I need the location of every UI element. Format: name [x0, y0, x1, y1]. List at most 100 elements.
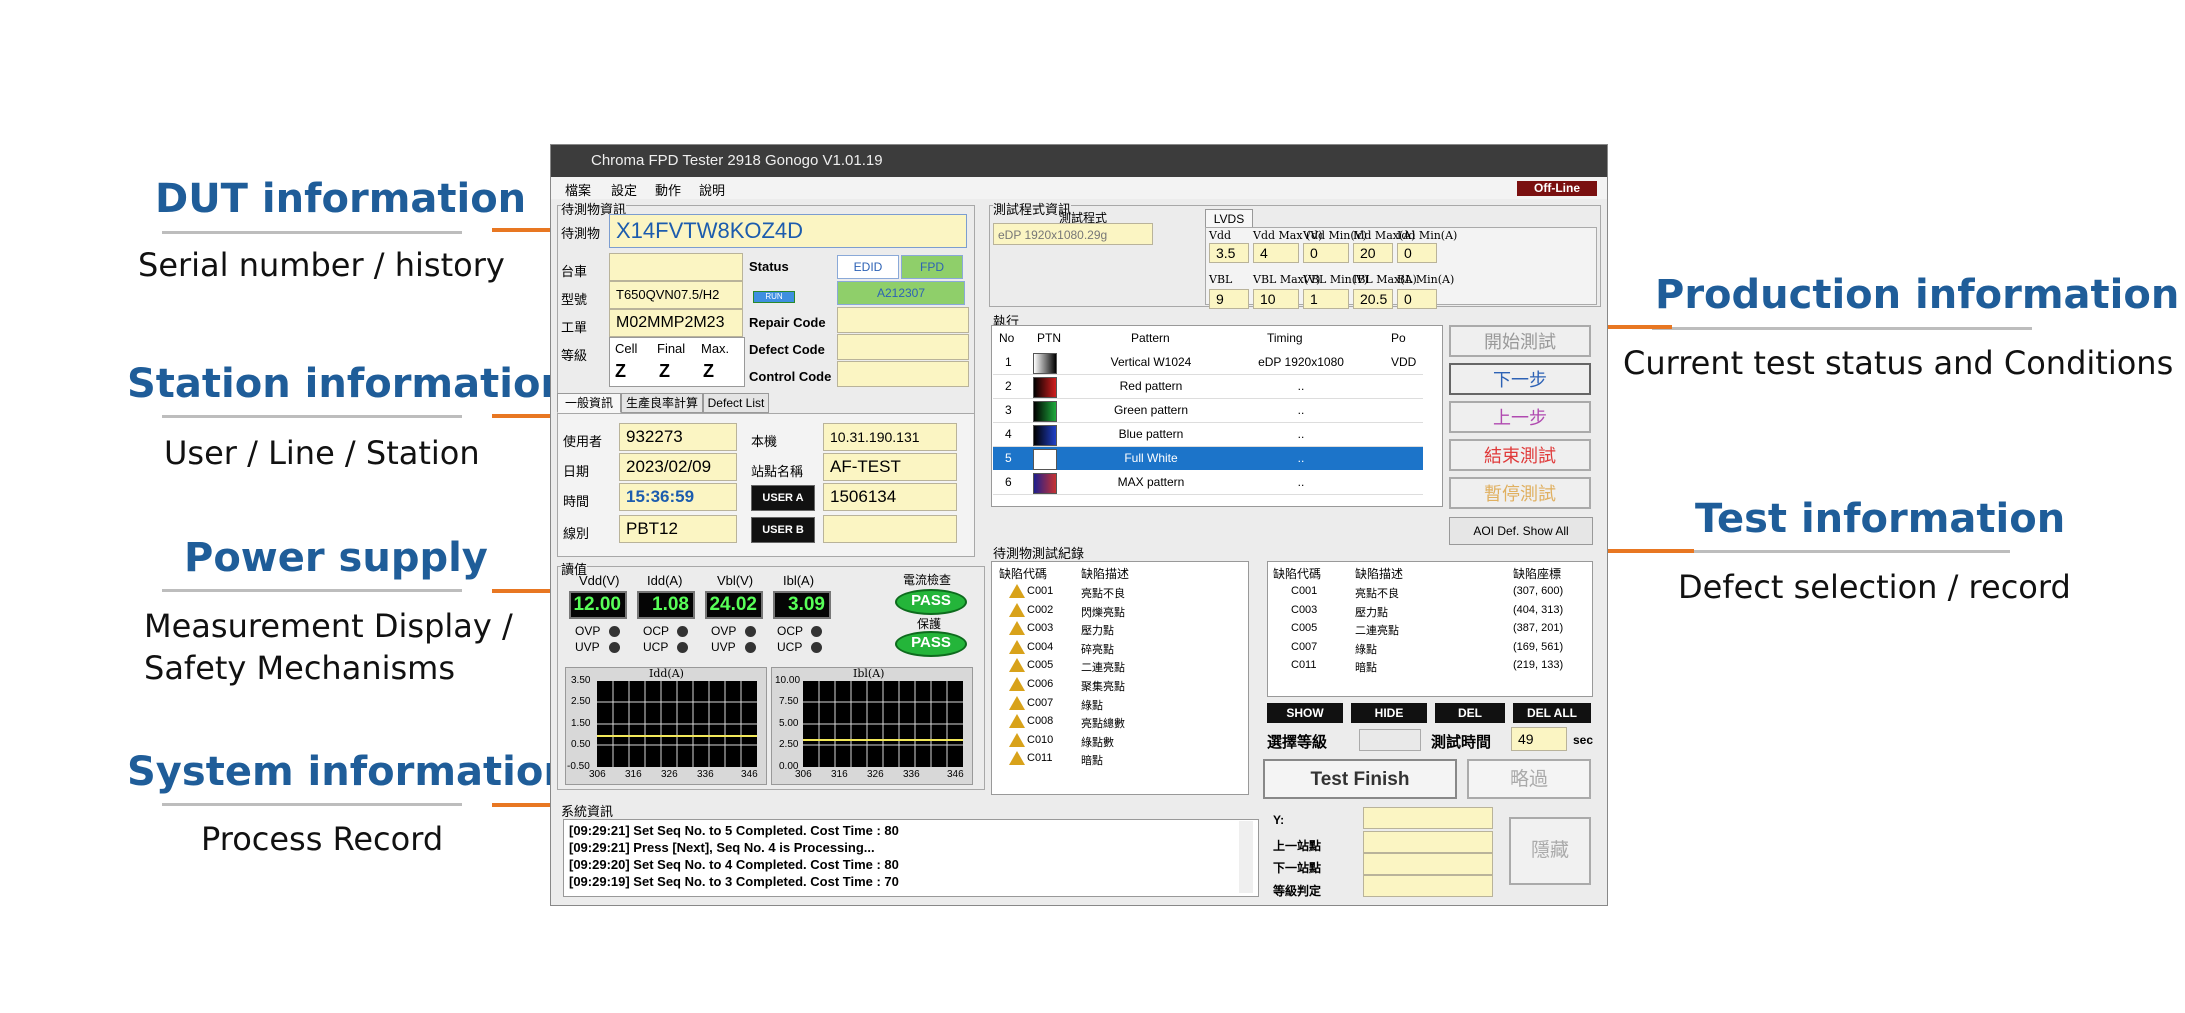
catalog-row-desc[interactable]: 綠點數	[1081, 734, 1114, 750]
user-field[interactable]: 932273	[619, 423, 737, 451]
lvds-param-value[interactable]: 20.5	[1353, 289, 1393, 309]
lvds-param-value[interactable]: 3.5	[1209, 243, 1249, 263]
tab-defect-list[interactable]: Defect List	[703, 393, 769, 413]
next-step-button[interactable]: 下一步	[1449, 363, 1591, 395]
test-finish-button[interactable]: Test Finish	[1263, 759, 1457, 799]
host-field[interactable]: 10.31.190.131	[823, 423, 957, 451]
record-row-coord[interactable]: (307, 600)	[1513, 585, 1563, 597]
defect-code-field[interactable]	[837, 334, 969, 360]
catalog-row-desc[interactable]: 閃爍亮點	[1081, 604, 1125, 620]
menu-help[interactable]: 說明	[699, 180, 725, 199]
catalog-row-desc[interactable]: 亮點不良	[1081, 585, 1125, 601]
lvds-param-value[interactable]: 4	[1253, 243, 1299, 263]
user-a-button[interactable]: USER A	[751, 485, 815, 511]
program-value-field[interactable]: eDP 1920x1080.29g	[993, 223, 1153, 245]
code-button[interactable]: A212307	[837, 281, 965, 305]
annotation-system-subtitle: Process Record	[201, 820, 444, 858]
time-field[interactable]: 15:36:59	[619, 483, 737, 511]
catalog-row-code[interactable]: C008	[1027, 715, 1053, 727]
cart-field[interactable]	[609, 253, 743, 281]
grade-select-dropdown[interactable]	[1359, 729, 1421, 751]
catalog-row-desc[interactable]: 二連亮點	[1081, 659, 1125, 675]
lvds-param-value[interactable]: 0	[1303, 243, 1349, 263]
end-test-button[interactable]: 結束測試	[1449, 439, 1591, 471]
pause-test-button[interactable]: 暫停測試	[1449, 477, 1591, 509]
log-scrollbar[interactable]	[1239, 821, 1253, 893]
user-a-field[interactable]: 1506134	[823, 483, 957, 511]
catalog-row-code[interactable]: C010	[1027, 734, 1053, 746]
log-line: [09:29:19] Set Seq No. to 3 Completed. C…	[569, 874, 899, 889]
workorder-field[interactable]: M02MMP2M23	[609, 309, 743, 337]
menu-action[interactable]: 動作	[655, 180, 681, 199]
tab-yield-calc[interactable]: 生產良率計算	[621, 393, 703, 413]
lvds-param-header: VBL	[1209, 273, 1233, 286]
catalog-row-code[interactable]: C007	[1027, 697, 1053, 709]
prev-step-button[interactable]: 上一步	[1449, 401, 1591, 433]
record-row-desc[interactable]: 壓力點	[1355, 604, 1388, 620]
show-defect-button[interactable]: SHOW	[1267, 703, 1343, 723]
idd-readout: 1.08	[637, 591, 695, 619]
user-b-field[interactable]	[823, 515, 957, 543]
record-row-desc[interactable]: 亮點不良	[1355, 585, 1399, 601]
catalog-row-code[interactable]: C001	[1027, 585, 1053, 597]
repair-code-field[interactable]	[837, 307, 969, 333]
catalog-row-desc[interactable]: 綠點	[1081, 697, 1103, 713]
model-field[interactable]: T650QVN07.5/H2	[609, 281, 743, 309]
catalog-row-code[interactable]: C004	[1027, 641, 1053, 653]
catalog-row-code[interactable]: C005	[1027, 659, 1053, 671]
control-code-field[interactable]	[837, 361, 969, 387]
del-all-defect-button[interactable]: DEL ALL	[1513, 703, 1591, 723]
annotation-system-rule	[162, 803, 462, 806]
tab-lvds[interactable]: LVDS	[1205, 209, 1253, 229]
hide-defect-button[interactable]: HIDE	[1351, 703, 1427, 723]
menu-settings[interactable]: 設定	[611, 180, 637, 199]
record-row-coord[interactable]: (387, 201)	[1513, 622, 1563, 634]
catalog-row-desc[interactable]: 碎亮點	[1081, 641, 1114, 657]
start-test-button[interactable]: 開始測試	[1449, 325, 1591, 357]
line-field[interactable]: PBT12	[619, 515, 737, 543]
menu-file[interactable]: 檔案	[565, 180, 591, 199]
lvds-param-value[interactable]: 0	[1397, 243, 1437, 263]
lvds-param-value[interactable]: 9	[1209, 289, 1249, 309]
catalog-row-code[interactable]: C006	[1027, 678, 1053, 690]
skip-button[interactable]: 略過	[1467, 759, 1591, 799]
catalog-row-code[interactable]: C011	[1027, 752, 1052, 764]
fpd-button[interactable]: FPD	[901, 255, 963, 279]
serial-number-field[interactable]: X14FVTW8KOZ4D	[609, 214, 967, 248]
pattern-row-no: 1	[1005, 355, 1012, 369]
lvds-param-value[interactable]: 0	[1397, 289, 1437, 309]
catalog-row-desc[interactable]: 暗點	[1081, 752, 1103, 768]
annotation-station-leader	[492, 414, 554, 418]
catalog-row-code[interactable]: C002	[1027, 604, 1053, 616]
idd-xtick-1: 306	[589, 769, 606, 780]
del-defect-button[interactable]: DEL	[1435, 703, 1505, 723]
record-row-coord[interactable]: (404, 313)	[1513, 604, 1563, 616]
record-row-code[interactable]: C007	[1291, 641, 1317, 653]
catalog-row-code[interactable]: C003	[1027, 622, 1053, 634]
record-row-code[interactable]: C003	[1291, 604, 1317, 616]
record-row-desc[interactable]: 綠點	[1355, 641, 1377, 657]
ibl-xtick-1: 306	[795, 769, 812, 780]
user-b-button[interactable]: USER B	[751, 517, 815, 543]
date-field[interactable]: 2023/02/09	[619, 453, 737, 481]
lvds-param-value[interactable]: 10	[1253, 289, 1299, 309]
record-row-desc[interactable]: 二連亮點	[1355, 622, 1399, 638]
lvds-param-header: Vdd	[1209, 229, 1232, 242]
hide-button[interactable]: 隱藏	[1509, 817, 1591, 885]
record-row-desc[interactable]: 暗點	[1355, 659, 1377, 675]
record-row-coord[interactable]: (169, 561)	[1513, 641, 1563, 653]
tab-general-info[interactable]: 一般資訊	[557, 393, 621, 413]
aoi-show-all-button[interactable]: AOI Def. Show All	[1449, 517, 1593, 545]
record-row-coord[interactable]: (219, 133)	[1513, 659, 1563, 671]
record-row-code[interactable]: C005	[1291, 622, 1317, 634]
record-row-code[interactable]: C011	[1291, 659, 1316, 671]
station-name-field[interactable]: AF-TEST	[823, 453, 957, 481]
catalog-row-desc[interactable]: 壓力點	[1081, 622, 1114, 638]
record-row-code[interactable]: C001	[1291, 585, 1317, 597]
catalog-row-desc[interactable]: 聚集亮點	[1081, 678, 1125, 694]
catalog-row-desc[interactable]: 亮點總數	[1081, 715, 1125, 731]
warning-icon	[1009, 621, 1025, 636]
lvds-param-value[interactable]: 20	[1353, 243, 1393, 263]
edid-button[interactable]: EDID	[837, 255, 899, 279]
lvds-param-value[interactable]: 1	[1303, 289, 1349, 309]
